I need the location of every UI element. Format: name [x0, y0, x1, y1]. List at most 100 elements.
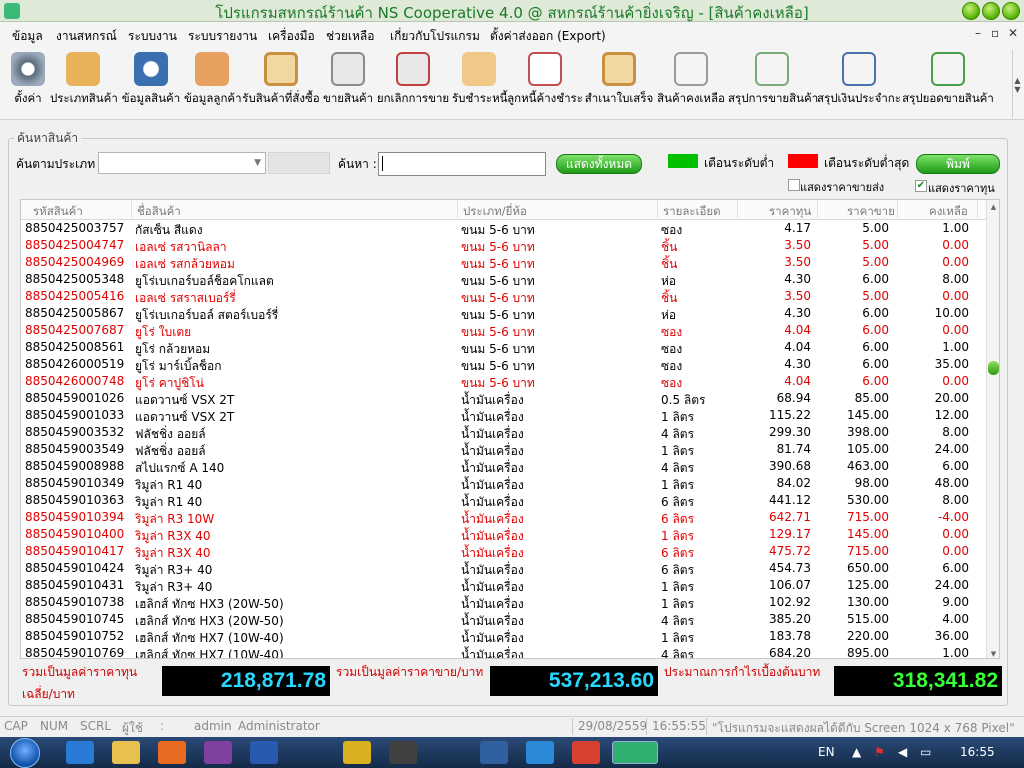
outstanding-debtors-button[interactable]: ลูกหนี้ค้างชำระ — [506, 50, 584, 116]
table-row[interactable]: 8850425005867 ยูโร่เบเกอร์บอล์ สตอร์เบอร์… — [21, 305, 987, 322]
sales-summary-icon — [755, 52, 789, 86]
sell-product-button[interactable]: ขายสินค้า — [322, 50, 374, 116]
close-button[interactable] — [1002, 2, 1020, 20]
camera-icon[interactable] — [389, 741, 417, 764]
flag-icon[interactable]: ⚑ — [874, 745, 885, 759]
low-stock-label: เตือนระดับต่ำ — [704, 156, 775, 170]
show-all-button[interactable]: แสดงทั้งหมด — [556, 154, 642, 174]
scroll-up-icon[interactable]: ▲ — [987, 203, 999, 211]
cell-code: 8850426000519 — [25, 357, 125, 371]
receipt-copy-button[interactable]: สำเนาใบเสร็จ — [584, 50, 654, 116]
receive-order-button[interactable]: รับสินค้าที่สั่งซื้อ — [240, 50, 322, 116]
menu-tools[interactable]: เครื่องมือ — [268, 27, 315, 46]
table-row[interactable]: 8850425004969 เอลเซ่ รสกล้วยหอม ขนม 5-6 บา… — [21, 254, 987, 271]
cell-code: 8850459003532 — [25, 425, 125, 439]
cell-remaining: 9.00 — [942, 595, 969, 609]
show-sell-price-checkbox[interactable] — [788, 179, 800, 191]
network-icon[interactable] — [526, 741, 554, 764]
ie-icon[interactable] — [66, 741, 94, 764]
col-header-cost[interactable]: ราคาทุน — [769, 203, 811, 221]
cell-remaining: 20.00 — [934, 391, 969, 405]
explorer-icon[interactable] — [112, 741, 140, 764]
media-player-icon[interactable] — [158, 741, 186, 764]
mail-icon[interactable] — [480, 741, 508, 764]
col-header-name[interactable]: ชื่อสินค้า — [137, 203, 181, 221]
toolbar-scroll[interactable]: ▲ ▼ — [1012, 50, 1022, 118]
product-data-button[interactable]: ข้อมูลสินค้า — [118, 50, 184, 116]
col-header-price[interactable]: ราคาขาย — [847, 203, 895, 221]
start-button[interactable] — [10, 738, 40, 768]
scroll-down-icon[interactable]: ▼ — [987, 650, 999, 658]
table-row[interactable]: 8850459010417 ริมูล่า R3X 40 น้ำมันเครื่อง… — [21, 543, 987, 560]
cancel-sale-button[interactable]: ยกเลิกการขาย — [374, 50, 452, 116]
stock-remaining-button[interactable]: สินค้าคงเหลือ — [654, 50, 728, 116]
onenote-icon[interactable] — [204, 741, 232, 764]
table-row[interactable]: 8850459010349 ริมูล่า R1 40 น้ำมันเครื่อง 1… — [21, 475, 987, 492]
product-type-button[interactable]: ประเภทสินค้า — [50, 50, 118, 116]
table-row[interactable]: 8850459010745 เฮลิกส์ ทักซ HX3 (20W-50) น้… — [21, 611, 987, 628]
table-row[interactable]: 8850426000519 ยูโร่ มาร์เบิ้ลช็อก ขนม 5-6 … — [21, 356, 987, 373]
volume-icon[interactable]: ◀ — [898, 745, 907, 759]
table-scrollbar[interactable]: ▲ ▼ — [986, 200, 999, 658]
menu-cooperative[interactable]: งานสหกรณ์ — [56, 27, 117, 46]
tray-up-arrow-icon[interactable]: ▲ — [852, 745, 861, 759]
type-filter-select[interactable]: ▼ — [98, 152, 266, 174]
language-indicator[interactable]: EN — [818, 745, 835, 759]
col-header-code[interactable]: รหัสสินค้า — [33, 203, 83, 221]
menu-system[interactable]: ระบบงาน — [128, 27, 177, 46]
search-input[interactable] — [378, 152, 546, 176]
sales-summary-label: สรุปการขายสินค้า — [728, 91, 819, 105]
table-row[interactable]: 8850425004747 เอลเซ่ รสวานิลลา ขนม 5-6 บาท… — [21, 237, 987, 254]
table-row[interactable]: 8850459003532 ฟลัชชิ่ง ออยล์ น้ำมันเครื่อง… — [21, 424, 987, 441]
mdi-close-button[interactable]: ✕ — [1008, 26, 1018, 40]
cell-remaining: 6.00 — [942, 561, 969, 575]
table-row[interactable]: 8850459010424 ริมูล่า R3+ 40 น้ำมันเครื่อง… — [21, 560, 987, 577]
table-row[interactable]: 8850426000748 ยูโร่ คาปูชิโน่ ขนม 5-6 บาทซ… — [21, 373, 987, 390]
scroll-thumb[interactable] — [988, 361, 999, 375]
col-header-remaining[interactable]: คงเหลือ — [929, 203, 968, 221]
menu-data[interactable]: ข้อมูล — [12, 27, 43, 46]
table-row[interactable]: 8850425005348 ยูโร่เบเกอร์บอล์ช็อคโกแลต ขน… — [21, 271, 987, 288]
menu-reports[interactable]: ระบบรายงาน — [188, 27, 257, 46]
table-row[interactable]: 8850459001033 แอดวานซ์ VSX 2T น้ำมันเครื่อ… — [21, 407, 987, 424]
key-icon[interactable] — [343, 741, 371, 764]
debt-payment-button[interactable]: รับชำระหนี้ — [452, 50, 508, 116]
col-header-type[interactable]: ประเภท/ยี่ห้อ — [463, 203, 527, 221]
mdi-minimize-button[interactable]: – — [975, 26, 981, 40]
print-button[interactable]: พิมพ์ — [916, 154, 1000, 174]
sales-total-button[interactable]: สรุปยอดขายสินค้า — [902, 50, 994, 116]
table-row[interactable]: 8850459010363 ริมูล่า R1 40 น้ำมันเครื่อง 6… — [21, 492, 987, 509]
table-row[interactable]: 8850425008561 ยูโร่ กล้วยหอม ขนม 5-6 บาท ซอ… — [21, 339, 987, 356]
table-row[interactable]: 8850459001026 แอดวานซ์ VSX 2T น้ำมันเครื่อ… — [21, 390, 987, 407]
sales-summary-button[interactable]: สรุปการขายสินค้า — [728, 50, 819, 116]
menu-about[interactable]: เกี่ยวกับโปรแกรม — [390, 27, 480, 46]
table-row[interactable]: 8850425007687 ยูโร่ ใบเตย ขนม 5-6 บาท ซอง 4.… — [21, 322, 987, 339]
show-cost-checkbox[interactable]: ✔ — [915, 180, 927, 192]
menu-export-settings[interactable]: ตั้งค่าส่งออก (Export) — [490, 27, 606, 46]
minimize-button[interactable] — [962, 2, 980, 20]
table-row[interactable]: 8850459010752 เฮลิกส์ ทักซ HX7 (10W-40) น้… — [21, 628, 987, 645]
settings-button[interactable]: ตั้งค่า — [6, 50, 50, 116]
table-row[interactable]: 8850425005416 เอลเซ่ รสราสเบอร์รี่ ขนม 5-6… — [21, 288, 987, 305]
chrome-icon[interactable] — [572, 741, 600, 764]
network-tray-icon[interactable]: ▭ — [920, 745, 931, 759]
table-row[interactable]: 8850459010431 ริมูล่า R3+ 40 น้ำมันเครื่อง… — [21, 577, 987, 594]
word-icon[interactable] — [250, 741, 278, 764]
show-sell-price-label: แสดงราคาขายส่ง — [800, 181, 885, 194]
table-row[interactable]: 8850459010769 เฮลิกส์ ทักซ HX7 (10W-40) น้… — [21, 645, 987, 658]
cooperative-app-icon[interactable] — [612, 741, 658, 764]
table-row[interactable]: 8850459010738 เฮลิกส์ ทักซ HX3 (20W-50) น้… — [21, 594, 987, 611]
mdi-restore-button[interactable]: ▫ — [991, 26, 999, 40]
shift-cash-button[interactable]: สรุปเงินประจำกะ — [816, 50, 902, 116]
customer-data-button[interactable]: ข้อมูลลูกค้า — [184, 50, 242, 116]
menu-help[interactable]: ช่วยเหลือ — [326, 27, 375, 46]
table-row[interactable]: 8850459010394 ริมูล่า R3 10W น้ำมันเครื่อง… — [21, 509, 987, 526]
col-header-detail[interactable]: รายละเอียด — [663, 203, 721, 221]
cell-cost: 68.94 — [776, 391, 811, 405]
table-row[interactable]: 8850459008988 สไปแรกซ์ A 140 น้ำมันเครื่อง… — [21, 458, 987, 475]
table-row[interactable]: 8850459003549 ฟลัชชิ่ง ออยล์ น้ำมันเครื่อง… — [21, 441, 987, 458]
clock[interactable]: 16:55 — [960, 745, 995, 759]
table-row[interactable]: 8850459010400 ริมูล่า R3X 40 น้ำมันเครื่อง… — [21, 526, 987, 543]
table-row[interactable]: 8850425003757 กัสเซ็น สีแดง ขนม 5-6 บาท ซอง… — [21, 220, 987, 237]
maximize-button[interactable] — [982, 2, 1000, 20]
